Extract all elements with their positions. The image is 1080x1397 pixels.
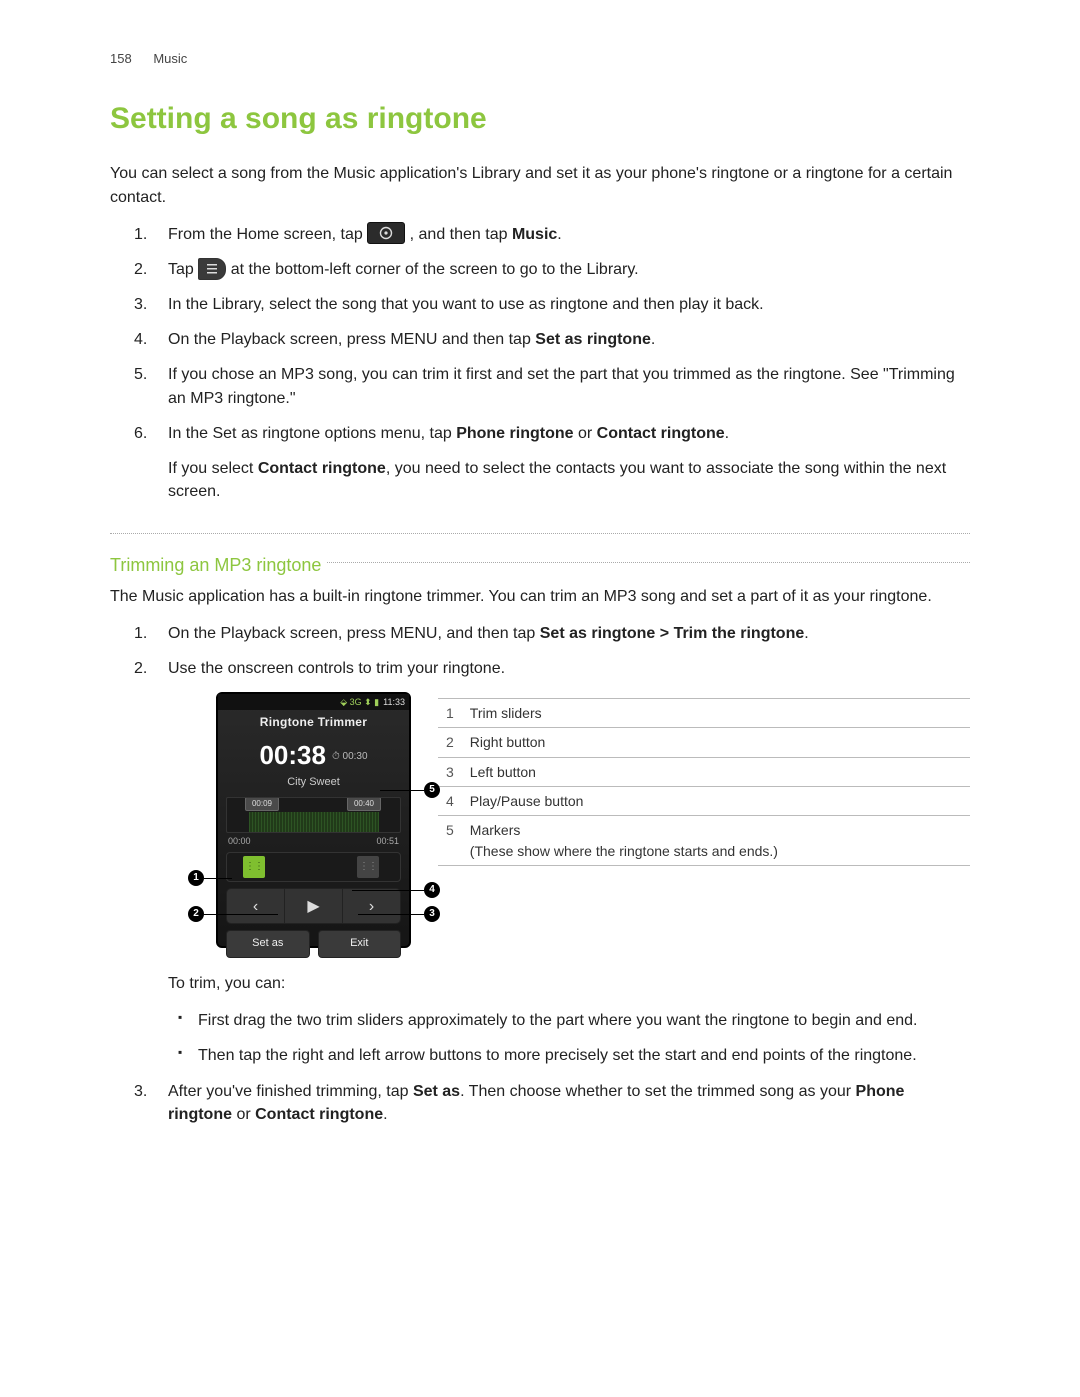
- to-trim-label: To trim, you can:: [168, 972, 970, 995]
- status-clock: 11:33: [383, 696, 405, 709]
- page-title: Setting a song as ringtone: [110, 97, 970, 141]
- play-pause-button: ▶: [285, 889, 343, 923]
- right-button: ›: [343, 889, 400, 923]
- step-6: In the Set as ringtone options menu, tap…: [164, 422, 970, 504]
- callout-3: 3: [424, 906, 440, 922]
- phone-screenshot: ⬙ 3G ⬍ ▮ 11:33 Ringtone Trimmer 00:38⏱ 0…: [216, 692, 411, 948]
- trim-step-1: On the Playback screen, press MENU, and …: [164, 622, 970, 645]
- phone-figure: ⬙ 3G ⬍ ▮ 11:33 Ringtone Trimmer 00:38⏱ 0…: [168, 692, 418, 952]
- bullet-1: First drag the two trim sliders approxim…: [198, 1009, 970, 1032]
- marker-end: 00:40: [347, 797, 381, 811]
- selected-region: [249, 812, 379, 832]
- left-button: ‹: [227, 889, 285, 923]
- apps-icon: [367, 222, 405, 244]
- step-3: In the Library, select the song that you…: [164, 293, 970, 316]
- set-as-button: Set as: [226, 930, 310, 958]
- clock-icon: ⏱: [332, 751, 340, 762]
- page-number: 158: [110, 51, 132, 66]
- time-row: 00:00 00:51: [228, 835, 399, 848]
- section-name: Music: [153, 51, 187, 66]
- exit-button: Exit: [318, 930, 402, 958]
- step-2: Tap at the bottom-left corner of the scr…: [164, 258, 970, 281]
- elapsed-time: 00:38⏱ 00:30: [218, 735, 409, 775]
- step-4: On the Playback screen, press MENU and t…: [164, 328, 970, 351]
- callout-5: 5: [424, 782, 440, 798]
- step-1: From the Home screen, tap , and then tap…: [164, 223, 970, 246]
- bullet-2: Then tap the right and left arrow button…: [198, 1044, 970, 1067]
- trim-sliders: [226, 852, 401, 882]
- page-header: 158 Music: [110, 50, 970, 69]
- waveform: 00:09 00:40: [226, 797, 401, 833]
- steps-list-2: On the Playback screen, press MENU, and …: [110, 622, 970, 1126]
- divider: [327, 562, 970, 563]
- status-bar: ⬙ 3G ⬍ ▮ 11:33: [218, 694, 409, 710]
- callout-4: 4: [424, 882, 440, 898]
- callout-2: 2: [188, 906, 204, 922]
- trim-step-2: Use the onscreen controls to trim your r…: [164, 657, 970, 1068]
- callout-1: 1: [188, 870, 204, 886]
- intro2-paragraph: The Music application has a built-in rin…: [110, 585, 970, 608]
- trim-slider-right: [357, 856, 379, 878]
- trim-bullets: First drag the two trim sliders approxim…: [168, 1009, 970, 1067]
- library-icon: [198, 258, 226, 280]
- track-name: City Sweet: [218, 775, 409, 791]
- step-6-note: If you select Contact ringtone, you need…: [168, 457, 970, 503]
- trim-slider-left: [243, 856, 265, 878]
- marker-start: 00:09: [245, 797, 279, 811]
- legend-table: 1Trim sliders 2Right button 3Left button…: [438, 698, 970, 866]
- steps-list-1: From the Home screen, tap , and then tap…: [110, 223, 970, 504]
- intro-paragraph: You can select a song from the Music app…: [110, 162, 970, 208]
- subsection-title: Trimming an MP3 ringtone: [110, 552, 321, 578]
- screen-title: Ringtone Trimmer: [218, 710, 409, 735]
- playback-controls: ‹ ▶ ›: [226, 888, 401, 924]
- step-5: If you chose an MP3 song, you can trim i…: [164, 363, 970, 409]
- trim-step-3: After you've finished trimming, tap Set …: [164, 1080, 970, 1126]
- signal-icon: ⬙ 3G ⬍ ▮: [340, 696, 379, 709]
